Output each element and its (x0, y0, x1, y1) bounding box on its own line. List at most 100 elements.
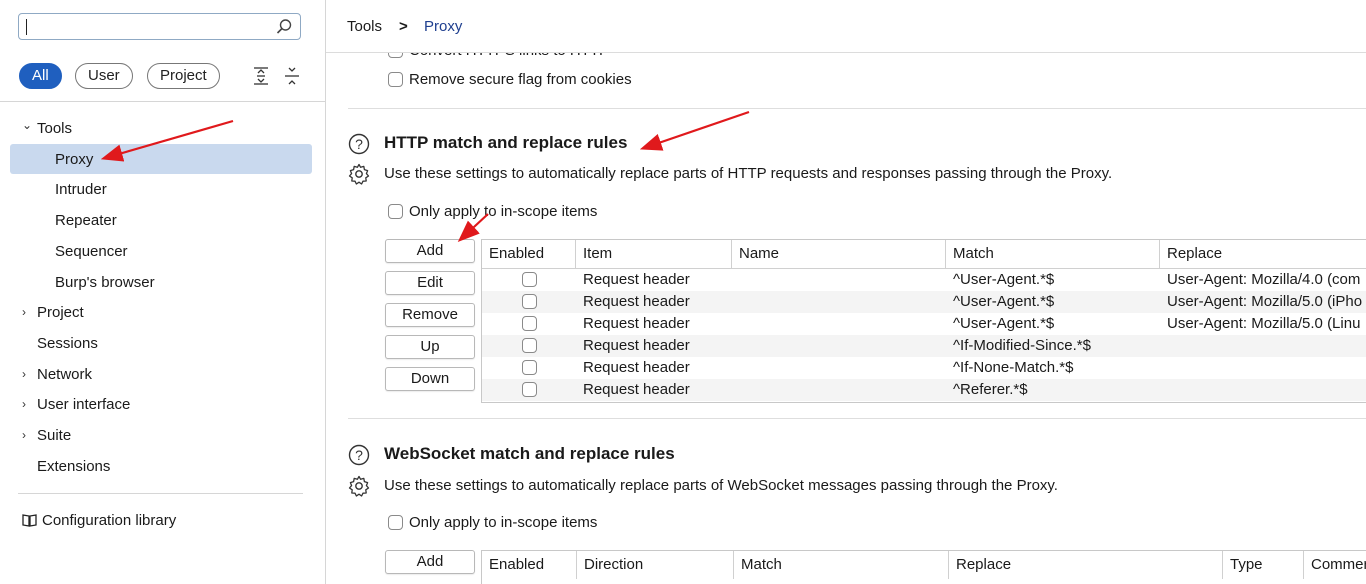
sidebar-item-network[interactable]: › Network (0, 359, 325, 390)
rule-enabled-checkbox[interactable] (522, 382, 537, 397)
rule-enabled-checkbox[interactable] (522, 360, 537, 375)
websocket-rules-title: WebSocket match and replace rules (384, 444, 675, 463)
configuration-library-label: Configuration library (42, 512, 177, 529)
gear-icon[interactable] (348, 475, 370, 497)
rule-enabled-checkbox[interactable] (522, 338, 537, 353)
gear-icon[interactable] (348, 163, 370, 185)
settings-sidebar: All User Project ⌄ Tools Proxy Intruder Repe… (0, 0, 326, 584)
websocket-scope-checkbox[interactable] (388, 515, 403, 530)
help-icon[interactable]: ? (348, 444, 370, 466)
col-comment[interactable]: Commer (1304, 551, 1366, 579)
col-match[interactable]: Match (734, 551, 949, 579)
section-divider (348, 418, 1366, 419)
http-rules-title: HTTP match and replace rules (384, 133, 628, 152)
cell-replace: User-Agent: Mozilla/4.0 (com (1167, 271, 1361, 288)
http-scope-checkbox[interactable] (388, 204, 403, 219)
sidebar-item-label: User interface (37, 396, 131, 414)
sidebar-item-label: Project (37, 304, 84, 322)
chevron-right-icon[interactable]: › (22, 420, 26, 451)
http-edit-button[interactable]: Edit (385, 271, 475, 295)
sidebar-divider (0, 101, 325, 102)
help-icon[interactable]: ? (348, 133, 370, 155)
table-row[interactable]: Request header ^Referer.*$ (482, 379, 1366, 401)
cell-item: Request header (583, 315, 690, 332)
col-name[interactable]: Name (732, 240, 946, 268)
http-remove-button[interactable]: Remove (385, 303, 475, 327)
search-icon[interactable] (275, 18, 293, 36)
cell-replace: User-Agent: Mozilla/5.0 (Linu (1167, 315, 1361, 332)
table-row[interactable]: Request header ^If-Modified-Since.*$ (482, 335, 1366, 357)
cell-replace: User-Agent: Mozilla/5.0 (iPho (1167, 293, 1363, 310)
rule-enabled-checkbox[interactable] (522, 272, 537, 287)
sidebar-item-burp-s-browser[interactable]: Burp's browser (0, 267, 325, 298)
sidebar-item-proxy[interactable]: Proxy (0, 143, 325, 175)
table-row[interactable]: Request header ^User-Agent.*$ User-Agent: … (482, 269, 1366, 291)
chevron-down-icon[interactable]: ⌄ (22, 110, 32, 141)
cell-item: Request header (583, 337, 690, 354)
configuration-library-link[interactable]: Configuration library (22, 510, 176, 532)
websocket-add-button[interactable]: Add (385, 550, 475, 574)
breadcrumb-tools[interactable]: Tools (347, 17, 382, 37)
sidebar-item-label: Tools (37, 120, 73, 137)
table-row[interactable]: Request header ^User-Agent.*$ User-Agent: … (482, 291, 1366, 313)
cell-match: ^Referer.*$ (953, 381, 1028, 398)
collapse-all-icon[interactable] (283, 66, 301, 86)
search-input[interactable] (18, 13, 301, 40)
cell-match: ^If-None-Match.*$ (953, 359, 1074, 376)
rule-enabled-checkbox[interactable] (522, 316, 537, 331)
websocket-scope-label: Only apply to in-scope items (409, 514, 598, 531)
remove-secure-flag-label: Remove secure flag from cookies (409, 71, 632, 88)
chevron-right-icon[interactable]: › (22, 359, 26, 390)
sidebar-item-project[interactable]: › Project (0, 297, 325, 328)
col-direction[interactable]: Direction (577, 551, 734, 579)
rule-enabled-checkbox[interactable] (522, 294, 537, 309)
convert-https-checkbox[interactable] (388, 53, 403, 58)
text-caret (26, 19, 27, 35)
table-row[interactable]: Request header ^User-Agent.*$ User-Agent: … (482, 313, 1366, 335)
sidebar-item-sequencer[interactable]: Sequencer (0, 236, 325, 267)
http-rules-description: Use these settings to automatically repl… (384, 165, 1113, 182)
cell-match: ^User-Agent.*$ (953, 315, 1055, 332)
http-down-button[interactable]: Down (385, 367, 475, 391)
sidebar-item-repeater[interactable]: Repeater (0, 205, 325, 236)
cell-item: Request header (583, 381, 690, 398)
sidebar-item-label: Sequencer (55, 242, 128, 260)
section-divider (348, 108, 1366, 109)
sidebar-item-sessions[interactable]: Sessions (0, 328, 325, 359)
col-enabled[interactable]: Enabled (482, 240, 576, 268)
chevron-right-icon[interactable]: › (22, 389, 26, 420)
http-up-button[interactable]: Up (385, 335, 475, 359)
filter-all-button[interactable]: All (19, 63, 62, 89)
col-match[interactable]: Match (946, 240, 1160, 268)
col-replace[interactable]: Replace (949, 551, 1223, 579)
filter-user-button[interactable]: User (75, 63, 133, 89)
breadcrumb: Tools > Proxy (326, 0, 1366, 53)
chevron-right-icon[interactable]: › (22, 297, 26, 328)
sidebar-item-extensions[interactable]: Extensions (0, 451, 325, 482)
sidebar-item-label: Proxy (55, 150, 94, 168)
http-add-button[interactable]: Add (385, 239, 475, 263)
col-replace[interactable]: Replace (1160, 240, 1366, 268)
sidebar-item-user-interface[interactable]: › User interface (0, 389, 325, 420)
websocket-rules-description: Use these settings to automatically repl… (384, 477, 1058, 494)
col-type[interactable]: Type (1223, 551, 1304, 579)
sidebar-item-label: Repeater (55, 212, 117, 230)
sidebar-item-suite[interactable]: › Suite (0, 420, 325, 451)
cell-item: Request header (583, 271, 690, 288)
convert-https-label: Convert HTTPS links to HTTP (409, 53, 609, 61)
filter-project-button[interactable]: Project (147, 63, 220, 89)
sidebar-item-tools[interactable]: ⌄ Tools (0, 113, 325, 144)
table-row[interactable]: Request header ^If-None-Match.*$ (482, 357, 1366, 379)
websocket-rules-table[interactable]: Enabled Direction Match Replace Type Com… (481, 550, 1366, 584)
settings-content: Convert HTTPS links to HTTP Remove secur… (326, 53, 1366, 584)
col-enabled[interactable]: Enabled (482, 551, 577, 579)
http-rules-table[interactable]: Enabled Item Name Match Replace Request … (481, 239, 1366, 403)
sidebar-item-label: Suite (37, 427, 72, 444)
expand-all-icon[interactable] (252, 66, 270, 86)
col-item[interactable]: Item (576, 240, 732, 268)
remove-secure-flag-checkbox[interactable] (388, 72, 403, 87)
cell-match: ^If-Modified-Since.*$ (953, 337, 1091, 354)
sidebar-item-label: Network (37, 365, 93, 383)
book-icon (22, 514, 37, 527)
sidebar-item-intruder[interactable]: Intruder (0, 174, 325, 205)
